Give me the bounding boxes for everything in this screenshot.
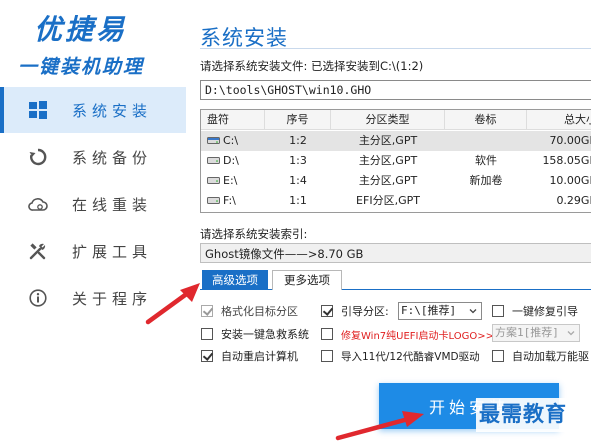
tab-more-options[interactable]: 更多选项: [272, 270, 342, 290]
format-target-label: 格式化目标分区: [221, 305, 298, 318]
drive-icon: [207, 176, 220, 184]
tab-advanced-options[interactable]: 高级选项: [202, 270, 268, 290]
table-row[interactable]: E:\ 1:4 主分区,GPT 新加卷 10.00GB: [201, 171, 591, 191]
column-header[interactable]: 分区类型: [331, 110, 445, 130]
column-header[interactable]: 卷标: [445, 110, 527, 130]
drive-letter: D:\: [223, 154, 239, 167]
sidebar-item-online-reinstall[interactable]: 在线重装: [0, 181, 186, 227]
sidebar-item-extension-tools[interactable]: 扩展工具: [0, 228, 186, 274]
one-key-repair-label: 一键修复引导: [512, 305, 578, 318]
sidebar-item-label: 系统备份: [72, 149, 153, 167]
sidebar-item-about[interactable]: 关于程序: [0, 275, 186, 321]
boot-partition-label: 引导分区:: [341, 305, 389, 318]
boot-partition-option[interactable]: 引导分区:: [321, 303, 389, 319]
one-key-repair-checkbox[interactable]: [492, 305, 504, 317]
one-key-repair-option[interactable]: 一键修复引导: [492, 303, 578, 319]
partition-size: 158.05GB: [542, 154, 591, 167]
partition-table: 盘符 序号 分区类型 卷标 总大小 C:\ 1:2 主分区,GPT 70.00G…: [200, 109, 591, 213]
watermark-text: 最需教育: [476, 398, 591, 432]
windows-icon: [27, 99, 49, 121]
install-rescue-label: 安装一键急救系统: [221, 328, 309, 341]
chevron-down-icon: [469, 309, 477, 314]
partition-type: EFI分区,GPT: [356, 194, 420, 207]
column-header[interactable]: 盘符: [201, 110, 265, 130]
install-index-select[interactable]: Ghost镜像文件——>8.70 GB: [200, 243, 591, 263]
scheme-value: 方案1[推荐]: [495, 326, 559, 339]
install-rescue-checkbox[interactable]: [201, 328, 213, 340]
repair-win7-checkbox[interactable]: [321, 328, 333, 340]
partition-size: 70.00GB: [549, 134, 591, 147]
volume-label: 新加卷: [469, 174, 503, 187]
title-divider: [200, 48, 591, 49]
table-row[interactable]: D:\ 1:3 主分区,GPT 软件 158.05GB: [201, 151, 591, 171]
column-header[interactable]: 总大小: [527, 110, 591, 130]
boot-partition-value: F:\[推荐]: [401, 304, 457, 317]
table-row[interactable]: C:\ 1:2 主分区,GPT 70.00GB: [201, 131, 591, 151]
info-icon: [27, 287, 49, 309]
drive-cell: F:\: [201, 191, 265, 211]
auto-restart-checkbox[interactable]: [201, 350, 213, 362]
sidebar-item-label: 在线重装: [72, 196, 153, 214]
partition-type: 主分区,GPT: [358, 174, 418, 187]
auto-restart-label: 自动重启计算机: [221, 350, 298, 363]
tools-icon: [27, 240, 49, 262]
drive-cell: D:\: [201, 151, 265, 171]
install-rescue-option[interactable]: 安装一键急救系统: [201, 326, 309, 342]
brand-logo-subtitle: 一键装机助理: [18, 56, 145, 78]
brand-logo-title: 优捷易: [34, 13, 128, 46]
partition-type: 主分区,GPT: [358, 134, 418, 147]
drive-letter: E:\: [223, 174, 238, 187]
drive-cell: C:\: [201, 131, 265, 151]
import-vmd-checkbox[interactable]: [321, 350, 333, 362]
sidebar-item-label: 系统安装: [72, 102, 153, 120]
partition-type: 主分区,GPT: [358, 154, 418, 167]
install-file-label: 请选择系统安装文件: 已选择安装到C:\(1:2): [200, 59, 424, 73]
import-vmd-option[interactable]: 导入11代/12代酷睿VMD驱动: [321, 348, 480, 364]
install-file-path-field[interactable]: D:\tools\GHOST\win10.GHO: [200, 80, 591, 100]
auto-restart-option[interactable]: 自动重启计算机: [201, 348, 298, 364]
sidebar-item-system-backup[interactable]: 系统备份: [0, 134, 186, 180]
partition-index: 1:4: [289, 174, 307, 187]
sidebar: 优捷易 一键装机助理 系统安装 系统备份 在线重装 扩展工具 关于程序: [0, 0, 186, 445]
drive-icon: [207, 136, 220, 144]
import-vmd-label: 导入11代/12代酷睿VMD驱动: [341, 350, 480, 363]
partition-size: 10.00GB: [549, 174, 591, 187]
scheme-select[interactable]: 方案1[推荐]: [492, 324, 580, 342]
boot-partition-select[interactable]: F:\[推荐]: [398, 302, 482, 320]
sidebar-item-label: 扩展工具: [72, 243, 153, 261]
drive-cell: E:\: [201, 171, 265, 191]
auto-load-driver-checkbox[interactable]: [492, 350, 504, 362]
partition-index: 1:2: [289, 134, 307, 147]
volume-label: [445, 131, 527, 151]
drive-icon: [207, 156, 220, 164]
table-header-row: 盘符 序号 分区类型 卷标 总大小: [201, 110, 591, 130]
repair-win7-option[interactable]: 修复Win7纯UEFI启动卡LOGO>>: [321, 326, 494, 342]
partition-index: 1:3: [289, 154, 307, 167]
partition-size: 0.29GB: [556, 194, 591, 207]
table-row[interactable]: F:\ 1:1 EFI分区,GPT 0.29GB: [201, 191, 591, 211]
column-header[interactable]: 序号: [265, 110, 331, 130]
sidebar-item-system-install[interactable]: 系统安装: [0, 87, 186, 133]
drive-letter: F:\: [223, 194, 236, 207]
drive-icon: [207, 196, 220, 204]
refresh-icon: [27, 146, 49, 168]
auto-load-driver-label: 自动加载万能驱: [512, 350, 589, 363]
cloud-icon: [27, 193, 49, 215]
partition-index: 1:1: [289, 194, 307, 207]
chevron-down-icon: [567, 331, 575, 336]
repair-win7-link[interactable]: 修复Win7纯UEFI启动卡LOGO>>: [341, 327, 494, 342]
drive-letter: C:\: [223, 134, 239, 147]
format-target-checkbox[interactable]: [201, 305, 213, 317]
install-index-label: 请选择系统安装索引:: [200, 227, 308, 241]
format-target-option[interactable]: 格式化目标分区: [201, 303, 298, 319]
boot-partition-checkbox[interactable]: [321, 305, 333, 317]
auto-load-driver-option[interactable]: 自动加载万能驱: [492, 348, 589, 364]
volume-label: 软件: [475, 154, 497, 167]
sidebar-item-label: 关于程序: [72, 290, 153, 308]
volume-label: [445, 191, 527, 211]
